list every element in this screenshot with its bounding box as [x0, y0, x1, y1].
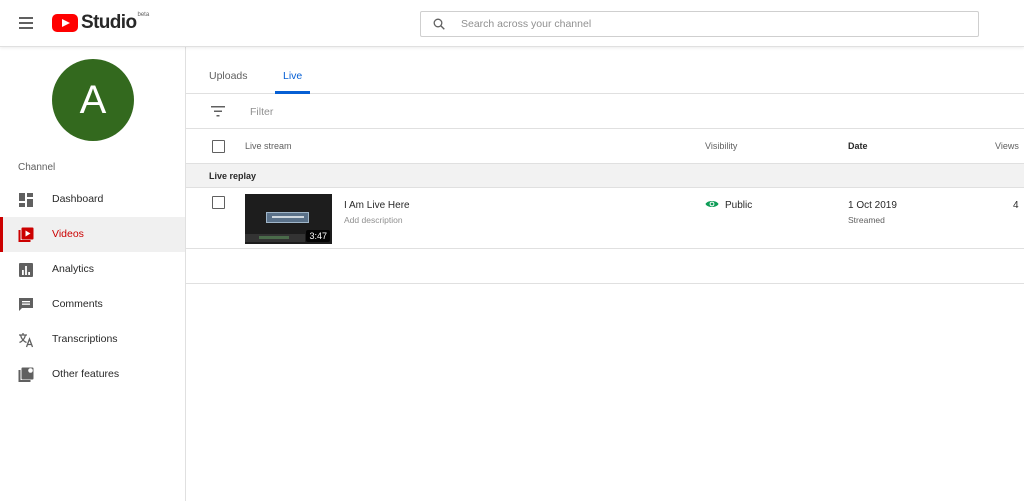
sidebar-item-label: Comments [52, 298, 103, 310]
column-date[interactable]: Date [848, 141, 868, 151]
sidebar-item-label: Transcriptions [52, 333, 118, 345]
table-header: Live stream Visibility Date Views [186, 129, 1024, 164]
video-date: 1 Oct 2019 [848, 200, 897, 211]
column-live-stream[interactable]: Live stream [245, 141, 292, 151]
video-title[interactable]: I Am Live Here [344, 200, 410, 211]
sidebar-item-label: Dashboard [52, 193, 104, 205]
row-checkbox[interactable] [212, 196, 225, 209]
tab-uploads[interactable]: Uploads [209, 70, 248, 82]
sidebar-item-videos[interactable]: Videos [0, 217, 185, 252]
menu-icon[interactable] [19, 17, 33, 29]
tab-live[interactable]: Live [283, 70, 302, 82]
sidebar-item-label: Analytics [52, 263, 95, 275]
filter-input[interactable] [250, 104, 550, 120]
table-footer [186, 249, 1024, 284]
sidebar-item-dashboard[interactable]: Dashboard [0, 182, 185, 217]
studio-logo[interactable]: Studio beta [52, 12, 149, 34]
main-content: Uploads Live Live stream Visibility Date… [186, 47, 1024, 501]
video-duration: 3:47 [306, 230, 330, 242]
top-bar: Studio beta [0, 0, 1024, 47]
search-input[interactable] [461, 16, 961, 32]
video-thumbnail[interactable]: 3:47 [245, 194, 332, 244]
column-visibility[interactable]: Visibility [705, 141, 737, 151]
videos-icon [18, 227, 34, 242]
sidebar: A Channel Dashboard Videos Analytics Com… [0, 47, 186, 501]
beta-badge: beta [137, 12, 150, 18]
section-header: Live replay [186, 164, 1024, 188]
dashboard-icon [19, 193, 33, 207]
sidebar-item-label: Other features [52, 368, 120, 380]
search-box[interactable] [420, 11, 979, 37]
sidebar-item-analytics[interactable]: Analytics [0, 252, 185, 287]
video-date-status: Streamed [848, 215, 885, 225]
other-features-icon [18, 367, 34, 382]
sidebar-item-transcriptions[interactable]: Transcriptions [0, 322, 185, 357]
table-row[interactable]: 3:47 I Am Live Here Add description Publ… [186, 188, 1024, 249]
sidebar-item-other-features[interactable]: Other features [0, 357, 185, 392]
column-views[interactable]: Views [995, 141, 1019, 151]
sidebar-item-comments[interactable]: Comments [0, 287, 185, 322]
transcriptions-icon [19, 333, 34, 348]
thumbnail-graphic [272, 216, 304, 218]
tab-bar: Uploads Live [186, 47, 1024, 94]
visibility-status[interactable]: Public [725, 200, 752, 211]
select-all-checkbox[interactable] [212, 140, 225, 153]
thumbnail-graphic [259, 236, 289, 239]
channel-avatar[interactable]: A [52, 59, 134, 141]
filter-icon[interactable] [211, 106, 225, 117]
youtube-play-icon [52, 14, 78, 32]
filter-bar [186, 94, 1024, 129]
analytics-icon [19, 263, 33, 277]
search-icon [433, 18, 445, 30]
video-views: 4 [1013, 200, 1019, 211]
comments-icon [19, 298, 33, 311]
video-description[interactable]: Add description [344, 215, 403, 225]
sidebar-item-label: Videos [52, 228, 84, 240]
section-label: Live replay [209, 171, 257, 181]
eye-icon [705, 201, 719, 207]
logo-text: Studio [81, 12, 137, 33]
channel-label: Channel [18, 162, 56, 173]
